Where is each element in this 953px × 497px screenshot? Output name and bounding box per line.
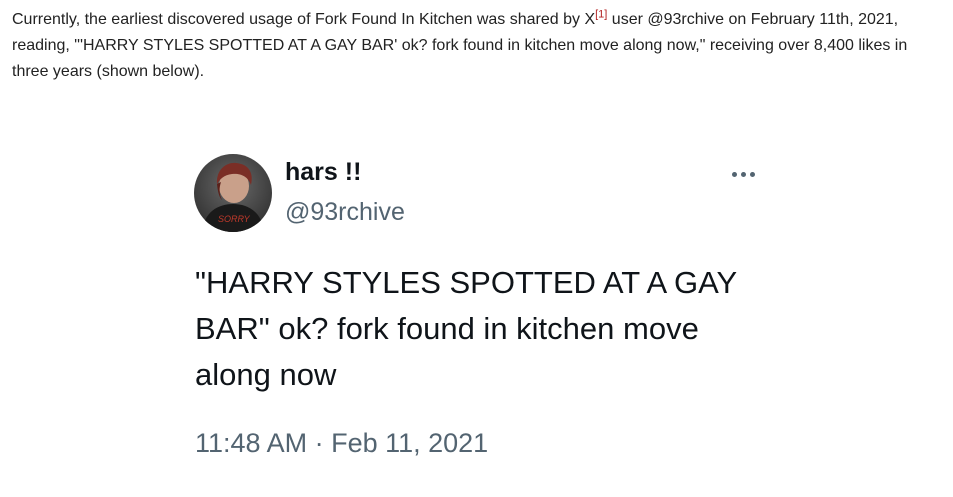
citation-link[interactable]: [1] [595,9,607,21]
tweet-text-line: "HARRY STYLES SPOTTED AT A GAY [195,265,738,300]
more-options-icon-dot [749,171,755,177]
article-text-start: Currently, the earliest discovered usage… [12,11,596,28]
tweet-display-name[interactable]: hars !! [285,158,361,187]
tweet-handle[interactable]: @93rchive [285,198,405,227]
avatar-shirt-text: SORRY [218,214,251,224]
more-options-icon-dot [740,171,746,177]
embedded-tweet: SORRY hars !! @93rchive "HARRY STYLES SP… [178,138,778,483]
timestamp-separator: · [307,428,332,458]
tweet-date-link[interactable]: Feb 11, 2021 [331,428,488,458]
tweet-timestamp: 11:48 AM · Feb 11, 2021 [195,428,488,459]
tweet-text: "HARRY STYLES SPOTTED AT A GAY BAR" ok? … [195,260,775,398]
more-options-icon [731,171,737,177]
tweet-text-line: BAR" ok? fork found in kitchen move [195,311,699,346]
tweet-time-link[interactable]: 11:48 AM [195,428,307,458]
avatar[interactable]: SORRY [194,154,272,232]
avatar-photo-icon: SORRY [194,154,272,232]
tweet-text-line: along now [195,357,337,392]
article-paragraph: Currently, the earliest discovered usage… [12,7,942,85]
more-options-button[interactable] [723,160,763,188]
